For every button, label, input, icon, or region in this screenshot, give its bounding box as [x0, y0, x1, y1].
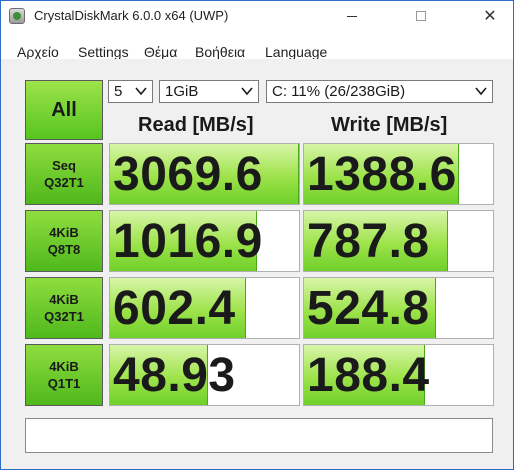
minimize-button[interactable]: [329, 1, 375, 31]
app-window: CrystalDiskMark 6.0.0 x64 (UWP) ✕ Αρχείο…: [0, 0, 514, 470]
read-result-cell: 1016.9: [109, 210, 300, 272]
write-result-cell: 524.8: [303, 277, 494, 339]
menu-bar: Αρχείο Settings Θέμα Βοήθεια Language: [1, 31, 513, 60]
menu-theme[interactable]: Θέμα: [144, 44, 177, 60]
chevron-down-icon: [241, 87, 253, 96]
test-size-value: 1GiB: [165, 83, 199, 100]
main-panel: All 5 1GiB C: 11% (26/238GiB) Read [MB/s…: [1, 59, 513, 469]
read-column-header: Read [MB/s]: [138, 114, 254, 136]
title-bar[interactable]: CrystalDiskMark 6.0.0 x64 (UWP) ✕: [1, 1, 513, 31]
write-result-value: 787.8: [307, 215, 430, 268]
menu-file[interactable]: Αρχείο: [17, 44, 59, 60]
test-label-line2: Q32T1: [44, 175, 84, 190]
test-label-line2: Q1T1: [47, 376, 81, 391]
test-button-seq-q32t1[interactable]: Seq Q32T1: [25, 143, 103, 205]
test-size-select[interactable]: 1GiB: [159, 80, 259, 103]
read-result-value: 1016.9: [113, 215, 263, 268]
drive-select[interactable]: C: 11% (26/238GiB): [266, 80, 493, 103]
read-result-value: 48.93: [113, 349, 236, 402]
menu-help[interactable]: Βοήθεια: [195, 44, 245, 60]
read-result-cell: 48.93: [109, 344, 300, 406]
app-icon: [9, 8, 25, 24]
write-result-cell: 188.4: [303, 344, 494, 406]
test-label-line1: 4KiB: [49, 359, 79, 374]
close-icon: ✕: [483, 6, 497, 25]
test-button-4kib-q1t1[interactable]: 4KiB Q1T1: [25, 344, 103, 406]
read-result-cell: 3069.6: [109, 143, 300, 205]
test-button-4kib-q32t1[interactable]: 4KiB Q32T1: [25, 277, 103, 339]
write-result-cell: 1388.6: [303, 143, 494, 205]
write-result-cell: 787.8: [303, 210, 494, 272]
test-label-line2: Q32T1: [44, 309, 84, 324]
read-result-value: 602.4: [113, 282, 236, 335]
close-button[interactable]: ✕: [467, 1, 513, 31]
test-label-line1: Seq: [52, 158, 76, 173]
write-result-value: 524.8: [307, 282, 430, 335]
chevron-down-icon: [135, 87, 147, 96]
test-label-line2: Q8T8: [47, 242, 81, 257]
drive-value: C: 11% (26/238GiB): [272, 83, 406, 100]
comment-input[interactable]: [25, 418, 493, 453]
chevron-down-icon: [475, 87, 487, 96]
read-result-value: 3069.6: [113, 148, 263, 201]
test-count-select[interactable]: 5: [108, 80, 153, 103]
window-title: CrystalDiskMark 6.0.0 x64 (UWP): [34, 8, 229, 23]
write-column-header: Write [MB/s]: [331, 114, 448, 136]
test-label-line1: 4KiB: [49, 292, 79, 307]
test-label-line1: 4KiB: [49, 225, 79, 240]
maximize-icon: [416, 11, 426, 21]
test-count-value: 5: [114, 83, 123, 100]
menu-settings[interactable]: Settings: [78, 44, 129, 60]
maximize-button[interactable]: [398, 1, 444, 31]
test-button-4kib-q8t8[interactable]: 4KiB Q8T8: [25, 210, 103, 272]
minimize-icon: [347, 15, 357, 17]
menu-language[interactable]: Language: [265, 44, 327, 60]
write-result-value: 1388.6: [307, 148, 457, 201]
all-button[interactable]: All: [25, 80, 103, 140]
read-result-cell: 602.4: [109, 277, 300, 339]
write-result-value: 188.4: [307, 349, 430, 402]
